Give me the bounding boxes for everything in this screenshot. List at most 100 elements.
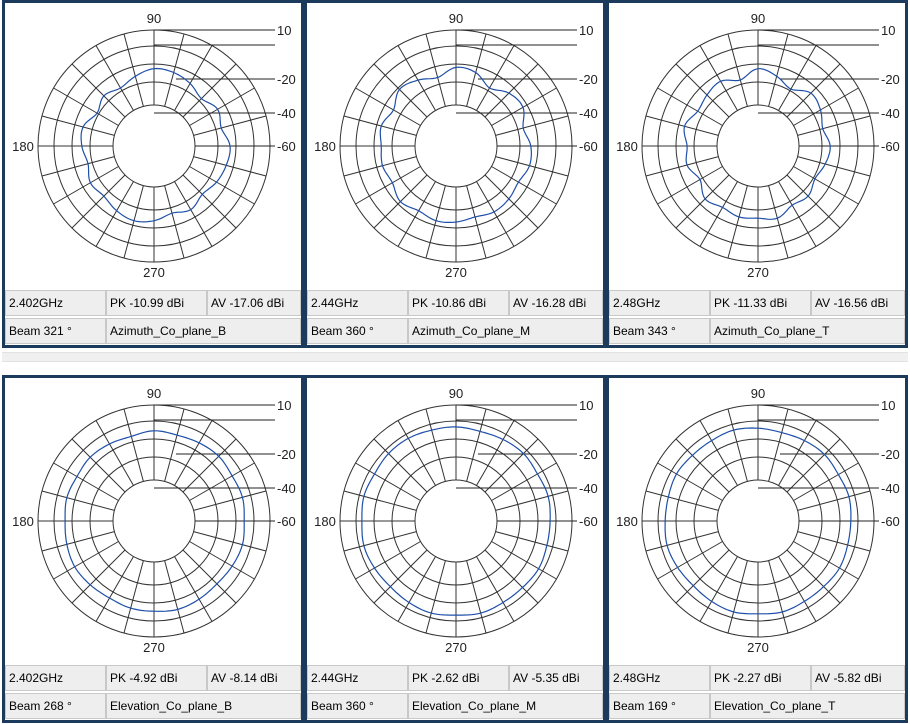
grid-spoke [343,156,417,177]
grid-spoke [727,185,748,259]
plane-cell: Elevation_Co_plane_T [710,693,905,719]
pattern-point [89,584,91,586]
pattern-point [479,430,481,432]
grid-spoke [373,438,428,493]
pattern-point [176,434,178,436]
pattern-point [391,182,393,184]
grid-spoke [193,490,267,511]
angle-label: 270 [747,265,769,280]
pattern-point [96,112,98,114]
pattern-point [667,496,669,498]
pattern-point [521,586,524,589]
pattern-point [720,80,722,82]
pattern-point [431,429,433,431]
grid-spoke [645,115,719,136]
pattern-point [547,495,549,497]
ring-label: -40 [579,106,598,121]
peak-gain-cell: PK -10.99 dBi [106,290,207,316]
info-bar: 2.48GHz PK -2.27 dBi AV -5.82 dBi Beam 1… [609,663,905,720]
pattern-point [241,496,243,498]
peak-gain-cell: PK -10.86 dBi [408,290,509,316]
grid-spoke [182,438,237,493]
peak-gain-cell: PK -11.33 dBi [710,290,811,316]
azimuth-row: 10 -20 -40 -60 90 180 270 2.402GHz PK -10.99 d… [0,0,910,348]
grid-spoke [484,174,539,229]
pattern-point [361,520,363,522]
pattern-point [380,125,382,127]
frequency-cell: 2.44GHz [307,290,408,316]
pattern-point [455,221,457,223]
average-gain-cell: AV -5.82 dBi [811,665,905,691]
angle-label: 180 [616,514,638,529]
pattern-point [217,108,219,110]
pattern-point [838,567,841,569]
pattern-point [153,610,155,612]
pattern-point [430,612,432,614]
grid-spoke [797,115,871,136]
frequency-cell: 2.402GHz [5,665,106,691]
pattern-point [837,474,839,476]
info-bar: 2.44GHz PK -2.62 dBi AV -5.35 dBi Beam 3… [307,663,603,720]
polar-chart: 10 -20 -40 -60 90 180 270 [12,11,296,280]
pattern-point [201,193,203,195]
pattern-point [738,216,740,218]
polar-chart: 10 -20 -40 -60 90 180 270 [616,11,900,280]
grid-spoke [95,181,134,247]
pattern-point [153,220,155,222]
ring-label: -20 [881,72,900,87]
grid-spoke [41,490,115,511]
grid-spoke [355,166,421,205]
pattern-point [380,145,382,147]
grid-spoke [466,560,487,634]
pattern-point [241,544,243,546]
grid-spoke [491,462,557,501]
pattern-point [733,611,735,613]
polar-chart: 10 -20 -40 -60 90 180 270 [314,11,598,280]
plane-cell: Elevation_Co_plane_M [408,693,603,719]
grid-spoke [164,185,185,259]
pattern-point [81,145,83,147]
pattern-point [522,452,525,455]
grid-spoke [343,490,417,511]
pattern-point [153,430,155,432]
pattern-point [757,217,759,219]
pattern-point [119,87,122,89]
grid-spoke [71,174,126,229]
grid-spoke [491,166,557,205]
grid-spoke [189,541,255,580]
average-gain-cell: AV -17.06 dBi [207,290,301,316]
grid-spoke [476,181,515,247]
grid-spoke [193,531,267,552]
pattern-point [89,182,91,184]
ring-label: -60 [579,139,598,154]
pattern-point [177,608,179,610]
pattern-point [691,454,693,456]
polar-panel-6: 10 -20 -40 -60 90 180 270 2.48GHz PK -2.27 dBi… [606,375,908,723]
pattern-point [134,75,136,77]
grid-spoke [174,420,213,486]
pattern-point [130,435,132,437]
grid-spoke [778,420,817,486]
pattern-point [231,565,233,567]
grid-spoke [397,556,436,622]
pattern-point [822,128,824,130]
pattern-point [537,568,540,570]
pattern-point [89,456,91,458]
angle-label: 90 [751,11,765,26]
average-gain-cell: AV -8.14 dBi [207,665,301,691]
pattern-point [480,612,482,614]
pattern-point [437,76,439,79]
pattern-point [776,217,778,219]
grid-spoke [95,556,134,622]
pattern-point [82,126,84,128]
pattern-point [408,601,410,604]
pattern-point [225,164,227,166]
pattern-point [677,566,679,568]
info-bar: 2.402GHz PK -4.92 dBi AV -8.14 dBi Beam … [5,663,301,720]
plane-cell: Azimuth_Co_plane_B [106,318,301,344]
pattern-point [711,440,713,442]
pattern-point [549,520,551,522]
pattern-point [697,110,699,112]
grid-spoke [484,549,539,604]
grid-spoke [193,115,267,136]
